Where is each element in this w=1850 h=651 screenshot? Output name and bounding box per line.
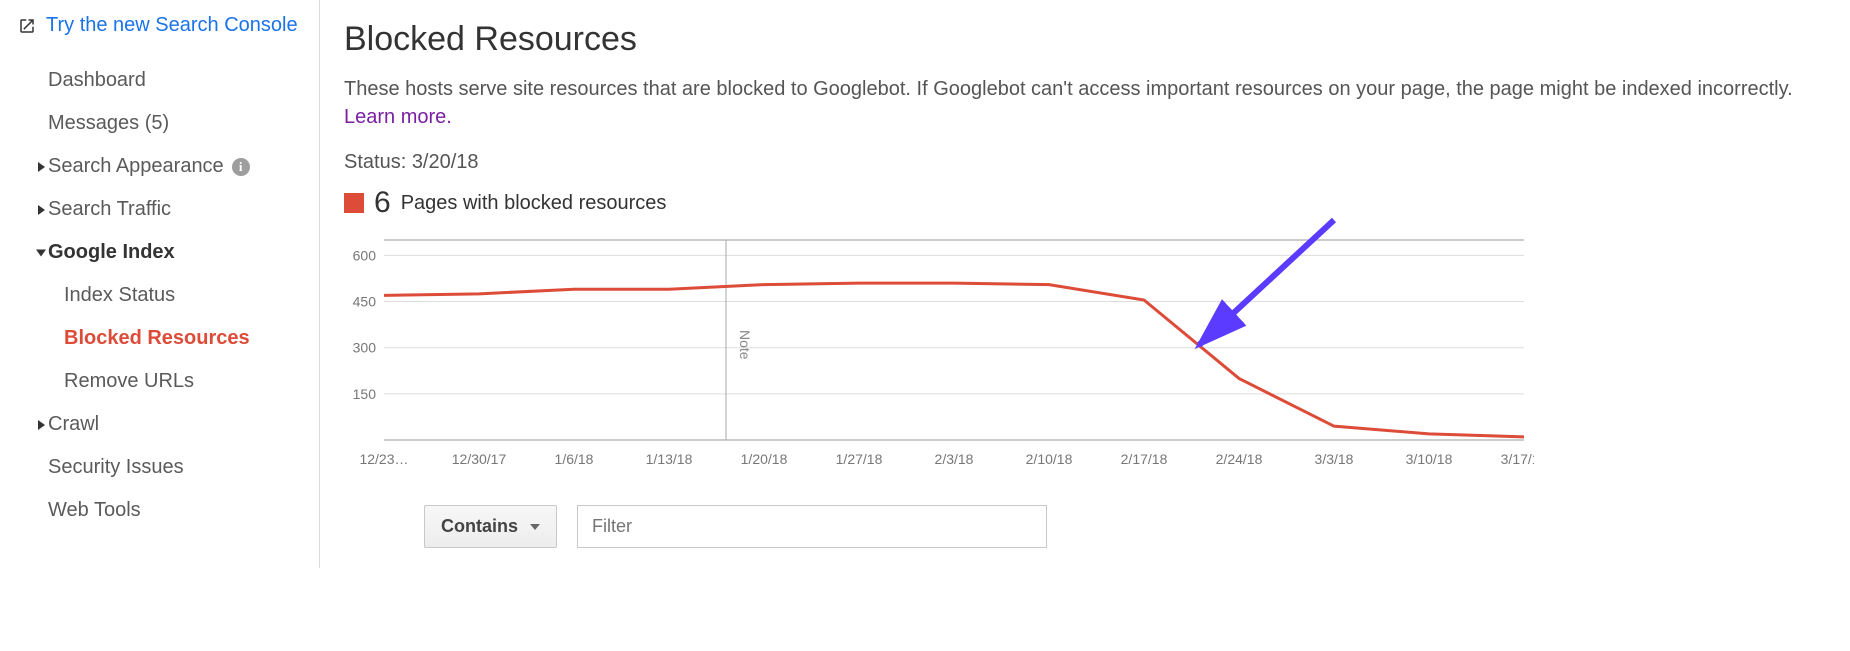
info-icon: i — [232, 158, 250, 176]
svg-text:Note: Note — [737, 330, 753, 360]
sidebar-item-dashboard[interactable]: Dashboard — [18, 59, 319, 102]
svg-text:2/10/18: 2/10/18 — [1026, 451, 1073, 467]
learn-more-link[interactable]: Learn more. — [344, 106, 452, 128]
svg-text:3/3/18: 3/3/18 — [1315, 451, 1354, 467]
svg-text:300: 300 — [353, 340, 377, 356]
filter-row: Contains — [344, 505, 1826, 548]
try-new-console-link[interactable]: Try the new Search Console — [18, 14, 319, 37]
filter-input[interactable] — [577, 505, 1047, 548]
page-title: Blocked Resources — [344, 20, 1826, 59]
svg-text:12/30/17: 12/30/17 — [452, 451, 507, 467]
svg-text:12/23…: 12/23… — [359, 451, 408, 467]
legend-value: 6 — [374, 186, 391, 220]
svg-text:2/3/18: 2/3/18 — [935, 451, 974, 467]
svg-text:1/13/18: 1/13/18 — [646, 451, 693, 467]
svg-text:600: 600 — [353, 247, 377, 263]
main-content: Blocked Resources These hosts serve site… — [320, 0, 1850, 568]
svg-text:2/17/18: 2/17/18 — [1121, 451, 1168, 467]
chevron-down-icon — [530, 524, 540, 530]
sidebar-item-index-status[interactable]: Index Status — [18, 274, 319, 317]
sidebar-item-messages[interactable]: Messages (5) — [18, 102, 319, 145]
chart-svg: 150 300 450 600 Note 12/23… 12/30/17 1/6/18 1/13… — [344, 230, 1534, 470]
sidebar-item-google-index[interactable]: Google Index — [18, 231, 319, 274]
svg-text:3/10/18: 3/10/18 — [1406, 451, 1453, 467]
svg-text:1/20/18: 1/20/18 — [741, 451, 788, 467]
svg-text:2/24/18: 2/24/18 — [1216, 451, 1263, 467]
legend-label: Pages with blocked resources — [401, 192, 667, 215]
sidebar-item-web-tools[interactable]: Web Tools — [18, 489, 319, 532]
sidebar-item-blocked-resources[interactable]: Blocked Resources — [18, 317, 319, 360]
svg-text:1/27/18: 1/27/18 — [836, 451, 883, 467]
sidebar-item-security-issues[interactable]: Security Issues — [18, 446, 319, 489]
svg-text:150: 150 — [353, 386, 377, 402]
svg-text:3/17/18: 3/17/18 — [1501, 451, 1534, 467]
try-new-console-label: Try the new Search Console — [46, 14, 298, 37]
status-line: Status: 3/20/18 — [344, 151, 1826, 174]
sidebar-item-remove-urls[interactable]: Remove URLs — [18, 360, 319, 403]
svg-text:450: 450 — [353, 294, 377, 310]
page-description: These hosts serve site resources that ar… — [344, 75, 1826, 131]
chart: 150 300 450 600 Note 12/23… 12/30/17 1/6/18 1/13… — [344, 230, 1534, 475]
sidebar: Try the new Search Console Dashboard Mes… — [0, 0, 320, 568]
external-link-icon — [18, 17, 36, 35]
sidebar-item-crawl[interactable]: Crawl — [18, 403, 319, 446]
sidebar-item-search-appearance[interactable]: Search Appearance i — [18, 145, 319, 188]
svg-text:1/6/18: 1/6/18 — [555, 451, 594, 467]
legend: 6 Pages with blocked resources — [344, 186, 1826, 220]
sidebar-item-search-traffic[interactable]: Search Traffic — [18, 188, 319, 231]
legend-swatch — [344, 193, 364, 213]
contains-dropdown[interactable]: Contains — [424, 505, 557, 548]
